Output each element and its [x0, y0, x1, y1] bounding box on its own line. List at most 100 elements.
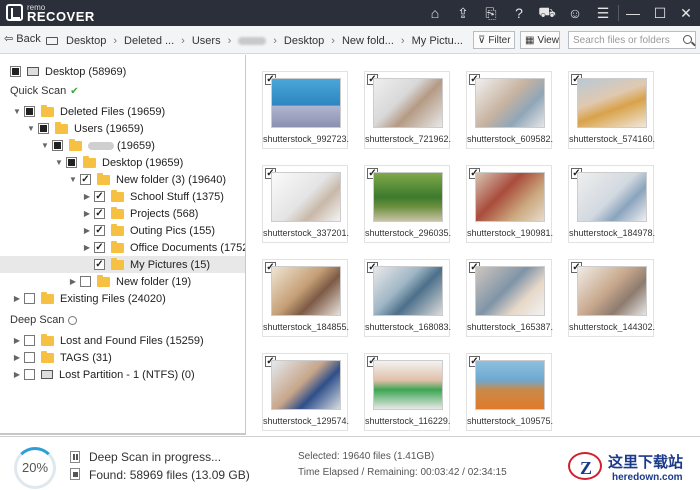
- watermark: Z 这里下载站 heredown.com: [566, 442, 698, 488]
- file-tile[interactable]: ✓shutterstock_109575...: [466, 353, 553, 431]
- menu-icon[interactable]: ☰: [589, 0, 617, 26]
- tree-checkbox[interactable]: [66, 157, 77, 168]
- collapse-icon[interactable]: ▼: [40, 141, 50, 151]
- tree-checkbox[interactable]: [80, 174, 91, 185]
- cart-icon[interactable]: ⛟: [533, 0, 561, 26]
- search-input[interactable]: [569, 32, 679, 48]
- tree-item-projects[interactable]: ▶ Projects (568): [82, 205, 198, 222]
- tree-item-user-folder[interactable]: ▼ (19659): [40, 137, 155, 154]
- file-tile[interactable]: ✓shutterstock_992723...: [262, 71, 349, 149]
- file-name: shutterstock_144302...: [569, 322, 655, 332]
- file-tile[interactable]: ✓shutterstock_184855...: [262, 259, 349, 337]
- tree-checkbox[interactable]: [52, 140, 63, 151]
- tree-item-my-pictures[interactable]: My Pictures (15): [0, 256, 245, 273]
- collapse-icon[interactable]: ▼: [26, 124, 36, 134]
- stop-icon[interactable]: [70, 468, 80, 480]
- view-button[interactable]: ▦ View: [520, 31, 560, 49]
- search-icon[interactable]: [683, 35, 692, 44]
- home-icon[interactable]: ⌂: [421, 0, 449, 26]
- file-tile[interactable]: ✓shutterstock_165387...: [466, 259, 553, 337]
- tree-item-deleted-files[interactable]: ▼ Deleted Files (19659): [12, 103, 165, 120]
- horizontal-scrollbar[interactable]: [0, 433, 245, 435]
- tree-checkbox[interactable]: [94, 259, 105, 270]
- crumb-new-folder[interactable]: New fold...: [338, 35, 398, 47]
- tree-item-lost-partition[interactable]: ▶ Lost Partition - 1 (NTFS) (0): [12, 366, 195, 383]
- filter-button[interactable]: ⊽ Filter: [473, 31, 515, 49]
- save-session-icon[interactable]: ⎘: [477, 0, 505, 26]
- expand-icon[interactable]: ▶: [82, 192, 92, 202]
- file-thumbnail: [475, 78, 545, 128]
- expand-icon[interactable]: ▶: [12, 336, 22, 346]
- expand-icon[interactable]: ▶: [12, 294, 22, 304]
- tree-checkbox[interactable]: [38, 123, 49, 134]
- file-tile[interactable]: ✓shutterstock_609582...: [466, 71, 553, 149]
- folder-icon: [41, 104, 54, 117]
- pause-icon[interactable]: [70, 451, 80, 463]
- export-icon[interactable]: ⇪: [449, 0, 477, 26]
- tree-item-outing-pics[interactable]: ▶ Outing Pics (155): [82, 222, 215, 239]
- expand-icon[interactable]: ▶: [12, 370, 22, 380]
- user-icon[interactable]: ☺: [561, 0, 589, 26]
- tree-checkbox[interactable]: [94, 242, 105, 253]
- maximize-icon[interactable]: ☐: [646, 0, 674, 26]
- tree-checkbox[interactable]: [80, 276, 91, 287]
- expand-icon[interactable]: ▶: [82, 209, 92, 219]
- tree-item-desktop[interactable]: ▼ Desktop (19659): [54, 154, 183, 171]
- file-tile[interactable]: ✓shutterstock_129574...: [262, 353, 349, 431]
- file-tile[interactable]: ✓shutterstock_296035...: [364, 165, 451, 243]
- tree-item-school-stuff[interactable]: ▶ School Stuff (1375): [82, 188, 224, 205]
- collapse-icon[interactable]: ▼: [12, 107, 22, 117]
- expand-icon[interactable]: ▶: [82, 243, 92, 253]
- back-label: Back: [16, 33, 41, 45]
- file-tile[interactable]: ✓shutterstock_190981...: [466, 165, 553, 243]
- file-tile[interactable]: ✓shutterstock_168083...: [364, 259, 451, 337]
- tree-checkbox[interactable]: [94, 208, 105, 219]
- file-tile[interactable]: ✓shutterstock_184978...: [568, 165, 655, 243]
- expand-icon[interactable]: ▶: [68, 277, 78, 287]
- tree-item-tags[interactable]: ▶ TAGS (31): [12, 349, 112, 366]
- tree-item-new-folder-3[interactable]: ▼ New folder (3) (19640): [68, 171, 226, 188]
- file-tile[interactable]: ✓shutterstock_116229...: [364, 353, 451, 431]
- crumb-my-pictures[interactable]: My Pictu...: [408, 35, 467, 47]
- tree-checkbox[interactable]: [94, 225, 105, 236]
- tree-checkbox[interactable]: [24, 293, 35, 304]
- file-tile[interactable]: ✓shutterstock_337201...: [262, 165, 349, 243]
- tree-checkbox[interactable]: [24, 335, 35, 346]
- crumb-username-blurred[interactable]: [238, 37, 267, 45]
- tree-item-lost-and-found[interactable]: ▶ Lost and Found Files (15259): [12, 332, 204, 349]
- tree-checkbox[interactable]: [24, 369, 35, 380]
- file-tile[interactable]: ✓shutterstock_144302...: [568, 259, 655, 337]
- folder-icon: [41, 333, 54, 346]
- tree-item-users[interactable]: ▼ Users (19659): [26, 120, 144, 137]
- file-name: shutterstock_296035...: [365, 228, 451, 238]
- back-button[interactable]: ⇦ Back: [4, 32, 41, 45]
- close-icon[interactable]: ✕: [672, 0, 700, 26]
- expand-icon[interactable]: ▶: [12, 353, 22, 363]
- scan-status-text: Deep Scan in progress...: [89, 450, 222, 464]
- tree-item-office-documents[interactable]: ▶ Office Documents (17527): [82, 239, 245, 256]
- tree-checkbox[interactable]: [94, 191, 105, 202]
- collapse-icon[interactable]: ▼: [68, 175, 78, 185]
- folder-icon: [111, 223, 124, 236]
- help-icon[interactable]: ?: [505, 0, 533, 26]
- minimize-icon[interactable]: —: [619, 0, 647, 26]
- file-name: shutterstock_609582...: [467, 134, 553, 144]
- tree-item-label: Lost and Found Files (15259): [60, 334, 204, 347]
- found-count-text: Found: 58969 files (13.09 GB): [89, 468, 250, 482]
- root-checkbox[interactable]: [10, 66, 21, 77]
- crumb-deleted[interactable]: Deleted ...: [120, 35, 178, 47]
- tree-item-existing-files[interactable]: ▶ Existing Files (24020): [12, 290, 166, 307]
- tree-item-new-folder[interactable]: ▶ New folder (19): [68, 273, 191, 290]
- tree-item-label: My Pictures (15): [130, 258, 211, 271]
- collapse-icon[interactable]: ▼: [54, 158, 64, 168]
- crumb-desktop-2[interactable]: Desktop: [280, 35, 328, 47]
- tree-checkbox[interactable]: [24, 106, 35, 117]
- file-tile[interactable]: ✓shutterstock_721962...: [364, 71, 451, 149]
- tree-root-desktop[interactable]: Desktop (58969): [10, 63, 126, 80]
- tree-item-label: New folder (19): [116, 275, 192, 288]
- file-tile[interactable]: ✓shutterstock_574160...: [568, 71, 655, 149]
- crumb-desktop[interactable]: Desktop: [62, 35, 110, 47]
- expand-icon[interactable]: ▶: [82, 226, 92, 236]
- crumb-users[interactable]: Users: [188, 35, 225, 47]
- tree-checkbox[interactable]: [24, 352, 35, 363]
